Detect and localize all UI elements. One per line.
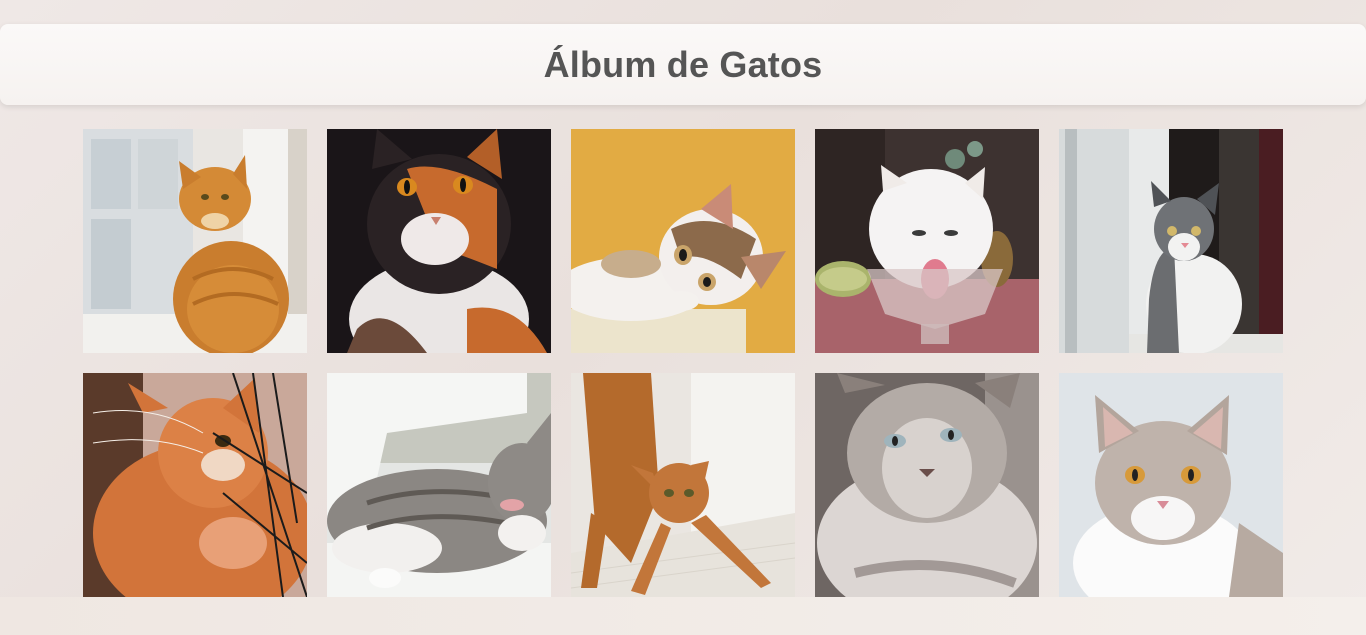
photo-grid	[83, 129, 1283, 597]
footer-band	[0, 597, 1366, 635]
cat-photo	[815, 373, 1039, 597]
cat-photo	[83, 373, 307, 597]
photo-card[interactable]	[815, 373, 1039, 597]
photo-card[interactable]	[327, 129, 551, 353]
photo-card[interactable]	[327, 373, 551, 597]
photo-card[interactable]	[83, 373, 307, 597]
cat-photo	[327, 373, 551, 597]
cat-photo	[815, 129, 1039, 353]
cat-photo	[571, 129, 795, 353]
cat-photo	[327, 129, 551, 353]
photo-card[interactable]	[571, 129, 795, 353]
photo-card[interactable]	[1059, 373, 1283, 597]
photo-card[interactable]	[815, 129, 1039, 353]
cat-photo	[83, 129, 307, 353]
page-title: Álbum de Gatos	[543, 43, 823, 85]
cat-photo	[1059, 129, 1283, 353]
page: Álbum de Gatos	[0, 0, 1366, 635]
photo-card[interactable]	[1059, 129, 1283, 353]
photo-card[interactable]	[83, 129, 307, 353]
header-bar: Álbum de Gatos	[0, 24, 1366, 105]
cat-photo	[571, 373, 795, 597]
cat-photo	[1059, 373, 1283, 597]
gallery-viewport[interactable]	[0, 105, 1366, 597]
photo-card[interactable]	[571, 373, 795, 597]
